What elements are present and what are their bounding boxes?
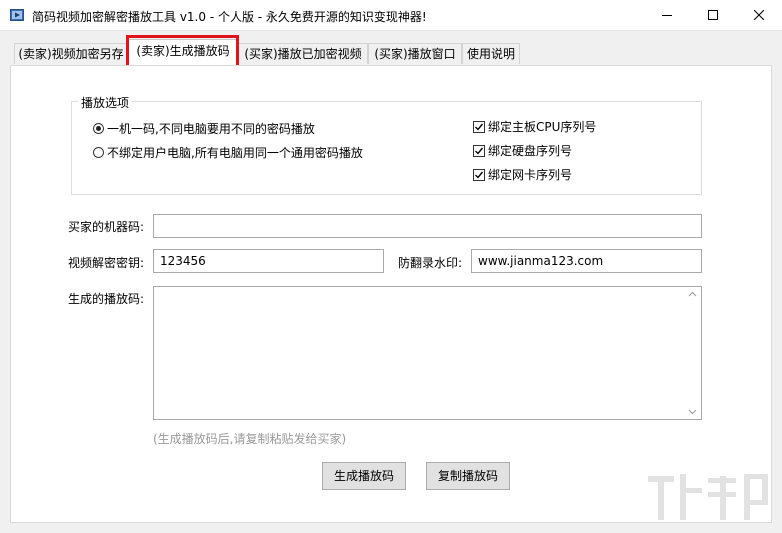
watermark-input[interactable]: www.jianma123.com [471,249,702,273]
decrypt-key-label: 视频解密密钥: [68,256,145,270]
maximize-icon [708,10,718,20]
site-watermark-logo [648,474,768,520]
checkbox-label: 绑定主板CPU序列号 [488,120,597,134]
maximize-button[interactable] [690,0,736,30]
radio-label: 不绑定用户电脑,所有电脑用同一个通用密码播放 [107,146,363,160]
checkbox[interactable] [473,144,485,157]
radio-button[interactable] [93,147,104,158]
radio-one-machine-one-code[interactable]: 一机一码,不同电脑要用不同的密码播放 [93,120,315,137]
tab-instructions[interactable]: 使用说明 [462,43,520,64]
checkbox[interactable] [473,120,485,133]
close-button[interactable] [736,0,782,30]
generate-playcode-button[interactable]: 生成播放码 [322,462,406,490]
tab-video-encrypt-save[interactable]: (卖家)视频加密另存 [14,43,128,64]
decrypt-key-input[interactable]: 123456 [153,249,384,273]
checkbox-bind-nic[interactable]: 绑定网卡序列号 [473,166,572,183]
machine-code-label: 买家的机器码: [68,220,145,234]
scroll-down-icon[interactable] [688,409,697,415]
checkbox[interactable] [473,168,485,181]
minimize-button[interactable] [644,0,690,30]
tab-label: (卖家)视频加密另存 [18,47,124,61]
tab-label: 使用说明 [466,47,515,61]
film-app-icon [10,9,24,21]
machine-code-input[interactable] [153,214,702,238]
checkbox-label: 绑定网卡序列号 [488,168,573,182]
close-icon [754,10,764,20]
tab-label: (买家)播放窗口 [374,47,456,61]
check-icon [475,147,484,155]
radio-universal-code[interactable]: 不绑定用户电脑,所有电脑用同一个通用密码播放 [93,144,363,161]
copy-playcode-button[interactable]: 复制播放码 [426,462,510,490]
checkbox-bind-cpu[interactable]: 绑定主板CPU序列号 [473,118,596,135]
playback-options-legend: 播放选项 [78,94,133,111]
vertical-scrollbar[interactable] [684,287,701,419]
tab-label: (买家)播放已加密视频 [244,47,362,61]
copy-hint-text: (生成播放码后,请复制粘贴发给买家) [153,432,347,446]
playcode-textarea[interactable] [153,286,702,420]
watermark-label: 防翻录水印: [398,256,463,270]
minimize-icon [662,15,672,16]
playcode-label: 生成的播放码: [68,292,145,306]
tab-bar: (卖家)视频加密另存 (卖家)生成播放码 (买家)播放已加密视频 (买家)播放窗… [0,31,782,66]
check-icon [475,171,484,179]
scroll-up-icon[interactable] [688,291,697,297]
title-bar: 简码视频加密解密播放工具 v1.0 - 个人版 - 永久免费开源的知识变现神器! [0,0,782,31]
check-icon [475,123,484,131]
tab-play-encrypted-video[interactable]: (买家)播放已加密视频 [238,43,368,64]
tab-play-window[interactable]: (买家)播放窗口 [368,43,462,64]
radio-label: 一机一码,不同电脑要用不同的密码播放 [107,122,315,136]
checkbox-label: 绑定硬盘序列号 [488,144,573,158]
checkbox-bind-disk[interactable]: 绑定硬盘序列号 [473,142,572,159]
radio-button[interactable] [93,123,104,134]
window-title: 简码视频加密解密播放工具 v1.0 - 个人版 - 永久免费开源的知识变现神器! [32,10,427,24]
